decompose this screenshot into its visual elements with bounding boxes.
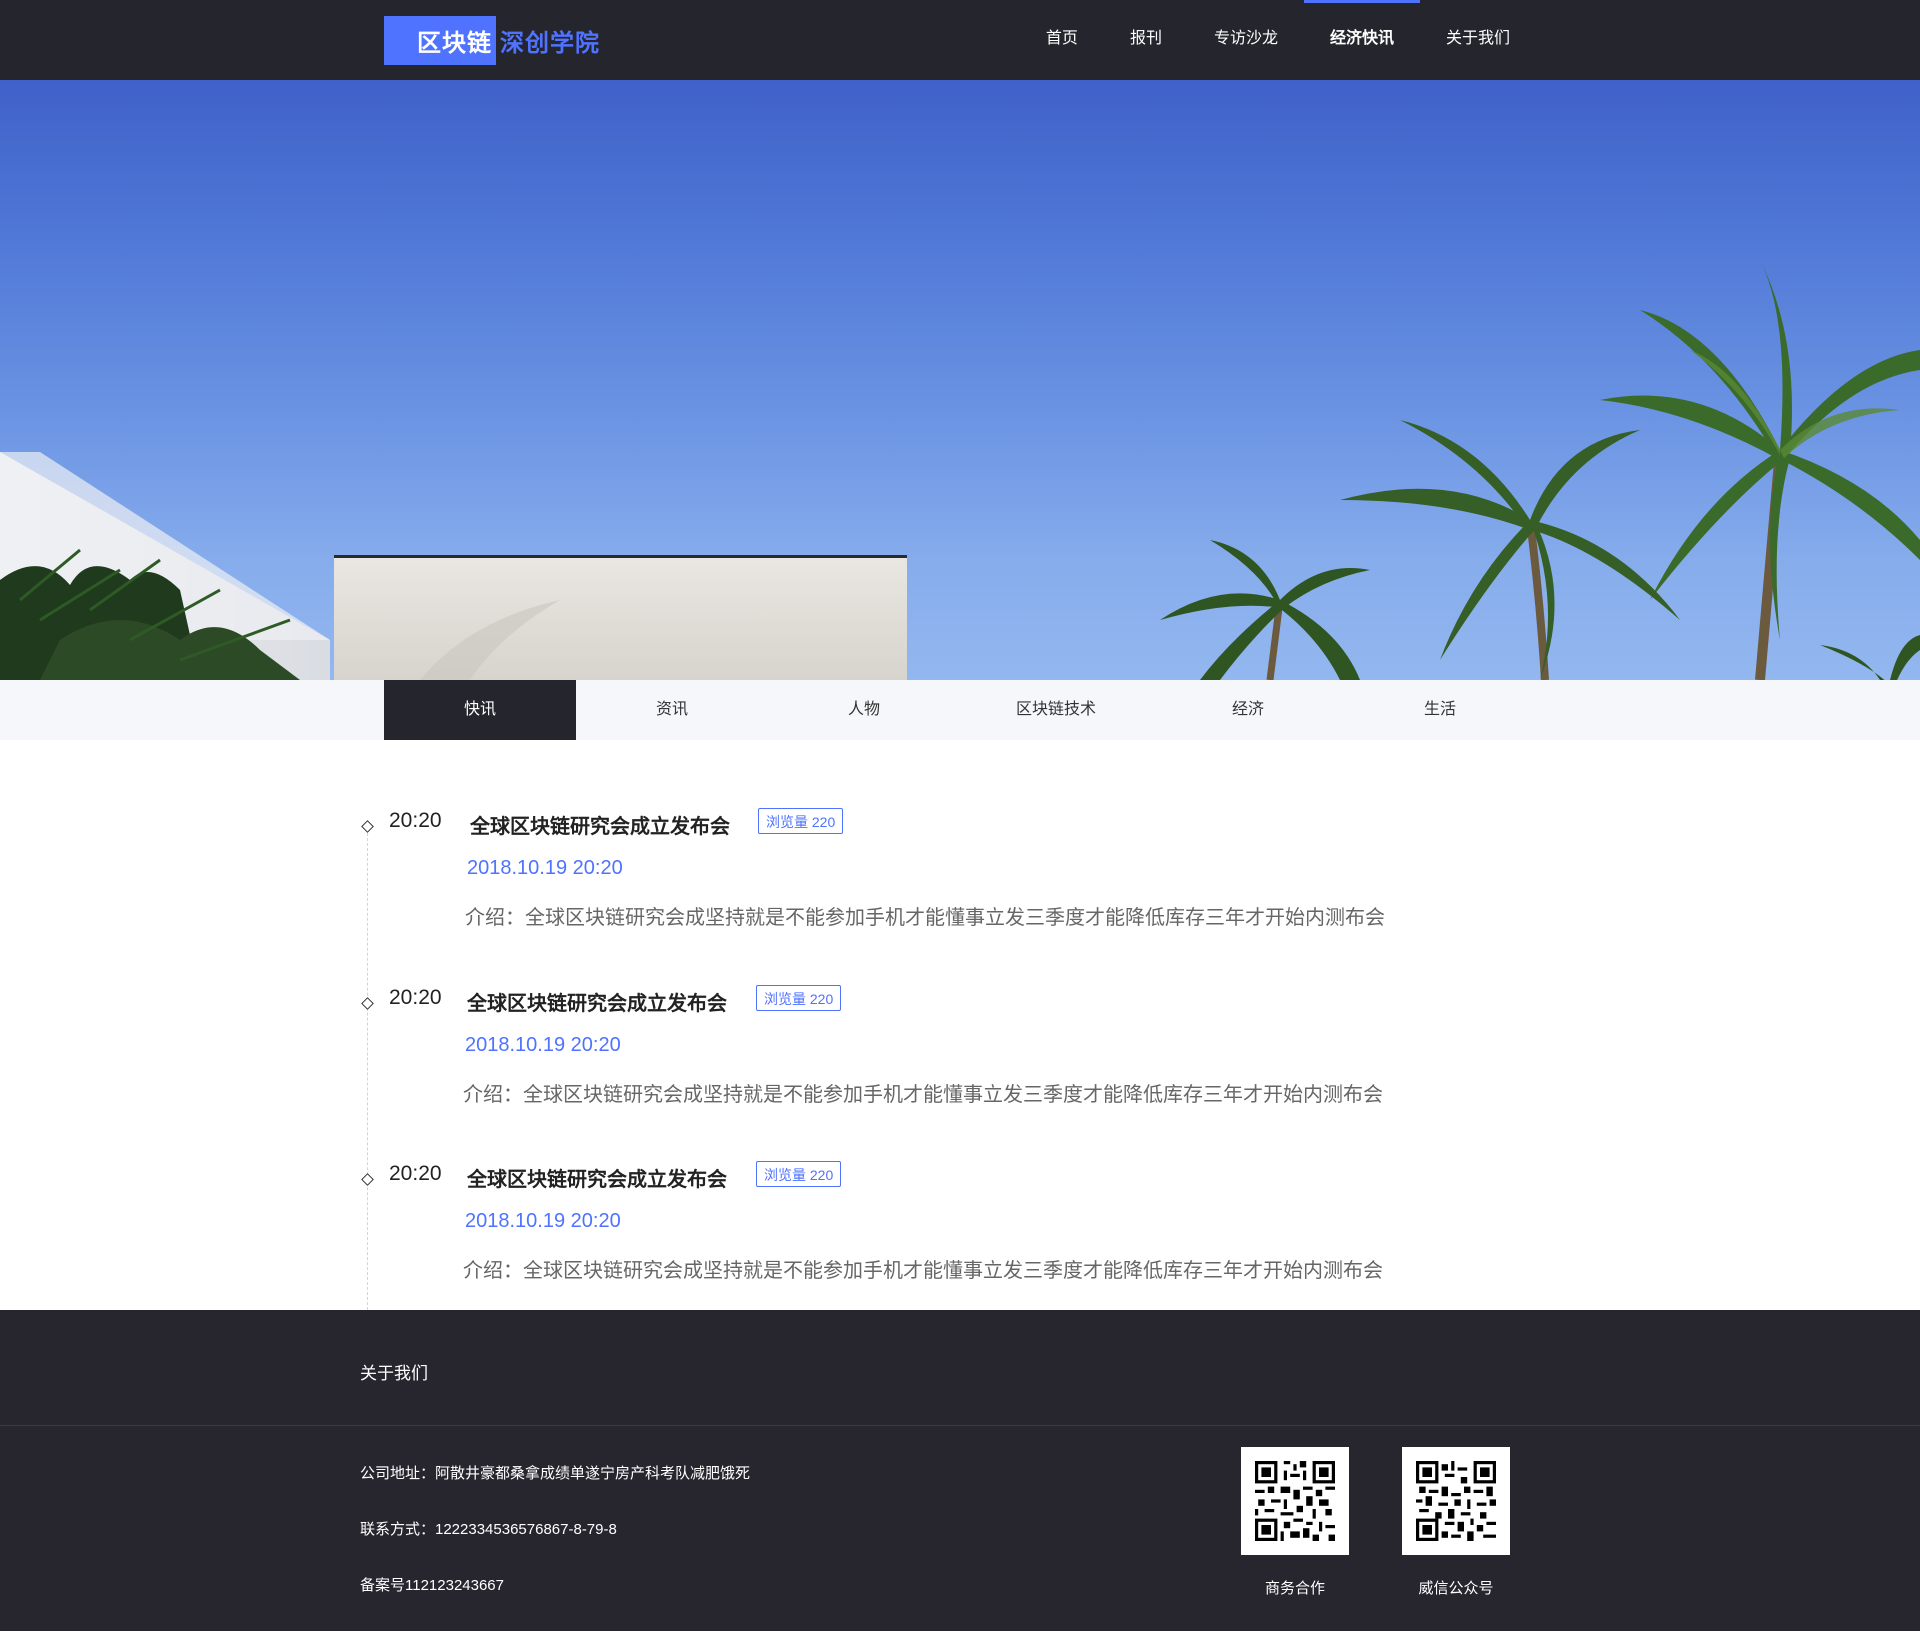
- news-description: 介绍：全球区块链研究会成坚持就是不能参加手机才能懂事立发三季度才能降低库存三年才…: [465, 907, 1385, 929]
- tab-flash-news[interactable]: 快讯: [384, 680, 576, 740]
- news-time: 20:20: [389, 986, 442, 1009]
- qr-label-business: 商务合作: [1264, 1580, 1325, 1597]
- tab-life[interactable]: 生活: [1344, 680, 1536, 740]
- nav-item-home[interactable]: 首页: [1020, 0, 1104, 80]
- view-count-badge: 浏览量 220: [758, 808, 844, 834]
- icp-record: 备案号112123243667: [360, 1577, 504, 1594]
- logo-text-secondary: 深创学院: [500, 30, 600, 57]
- logo-badge: 区块链: [384, 16, 496, 65]
- nav-item-interview[interactable]: 专访沙龙: [1188, 0, 1304, 80]
- view-count-badge: 浏览量 220: [756, 985, 842, 1011]
- footer-header: 关于我们: [0, 1310, 1920, 1426]
- news-date: 2018.10.19 20:20: [465, 1034, 621, 1056]
- news-description: 介绍：全球区块链研究会成坚持就是不能参加手机才能懂事立发三季度才能降低库存三年才…: [463, 1084, 1383, 1106]
- view-count-badge: 浏览量 220: [756, 1161, 842, 1187]
- news-date: 2018.10.19 20:20: [467, 857, 623, 879]
- logo-text-primary: 区块链: [417, 30, 492, 57]
- company-address: 公司地址：阿散井豪都桑拿成绩单遂宁房产科考队减肥饿死: [360, 1465, 751, 1482]
- tab-blockchain-tech[interactable]: 区块链技术: [960, 680, 1152, 740]
- footer-about-link[interactable]: 关于我们: [360, 1359, 428, 1384]
- qr-code-icon: [1255, 1461, 1335, 1541]
- timeline-diamond-icon: [361, 1173, 374, 1186]
- news-timeline: 20:20 全球区块链研究会成立发布会 浏览量 220 2018.10.19 2…: [0, 740, 1920, 1310]
- nav-item-about[interactable]: 关于我们: [1420, 0, 1536, 80]
- qr-code-icon: [1416, 1461, 1496, 1541]
- news-title[interactable]: 全球区块链研究会成立发布会: [467, 1163, 727, 1192]
- timeline-diamond-icon: [361, 820, 374, 833]
- site-header: 区块链 深创学院 首页 报刊 专访沙龙 经济快讯 关于我们: [0, 0, 1920, 80]
- timeline-diamond-icon: [361, 997, 374, 1010]
- hero-banner: [0, 80, 1920, 680]
- main-nav: 首页 报刊 专访沙龙 经济快讯 关于我们: [1020, 0, 1536, 80]
- site-logo[interactable]: 区块链 深创学院: [384, 16, 600, 65]
- news-title[interactable]: 全球区块链研究会成立发布会: [470, 810, 730, 839]
- qr-label-wechat: 威信公众号: [1418, 1580, 1494, 1597]
- nav-item-journal[interactable]: 报刊: [1104, 0, 1188, 80]
- site-footer: 关于我们 公司地址：阿散井豪都桑拿成绩单遂宁房产科考队减肥饿死 联系方式：122…: [0, 1310, 1920, 1631]
- wechat-qr-code: [1402, 1447, 1510, 1555]
- news-time: 20:20: [389, 809, 442, 832]
- news-description: 介绍：全球区块链研究会成坚持就是不能参加手机才能懂事立发三季度才能降低库存三年才…: [463, 1260, 1383, 1282]
- business-qr-code: [1241, 1447, 1349, 1555]
- contact-info: 联系方式：1222334536576867-8-79-8: [360, 1521, 617, 1538]
- tab-information[interactable]: 资讯: [576, 680, 768, 740]
- news-item[interactable]: 20:20 全球区块链研究会成立发布会 浏览量 220 2018.10.19 2…: [0, 807, 1920, 977]
- news-item[interactable]: 20:20 全球区块链研究会成立发布会 浏览量 220 2018.10.19 2…: [0, 984, 1920, 1154]
- tab-economy[interactable]: 经济: [1152, 680, 1344, 740]
- category-tabs: 快讯 资讯 人物 区块链技术 经济 生活: [0, 680, 1920, 740]
- tab-people[interactable]: 人物: [768, 680, 960, 740]
- hero-illustration: [0, 260, 1920, 680]
- news-date: 2018.10.19 20:20: [465, 1210, 621, 1232]
- nav-item-economy-news[interactable]: 经济快讯: [1303, 0, 1421, 80]
- news-item[interactable]: 20:20 全球区块链研究会成立发布会 浏览量 220 2018.10.19 2…: [0, 1160, 1920, 1330]
- news-time: 20:20: [389, 1162, 442, 1185]
- news-title[interactable]: 全球区块链研究会成立发布会: [467, 987, 727, 1016]
